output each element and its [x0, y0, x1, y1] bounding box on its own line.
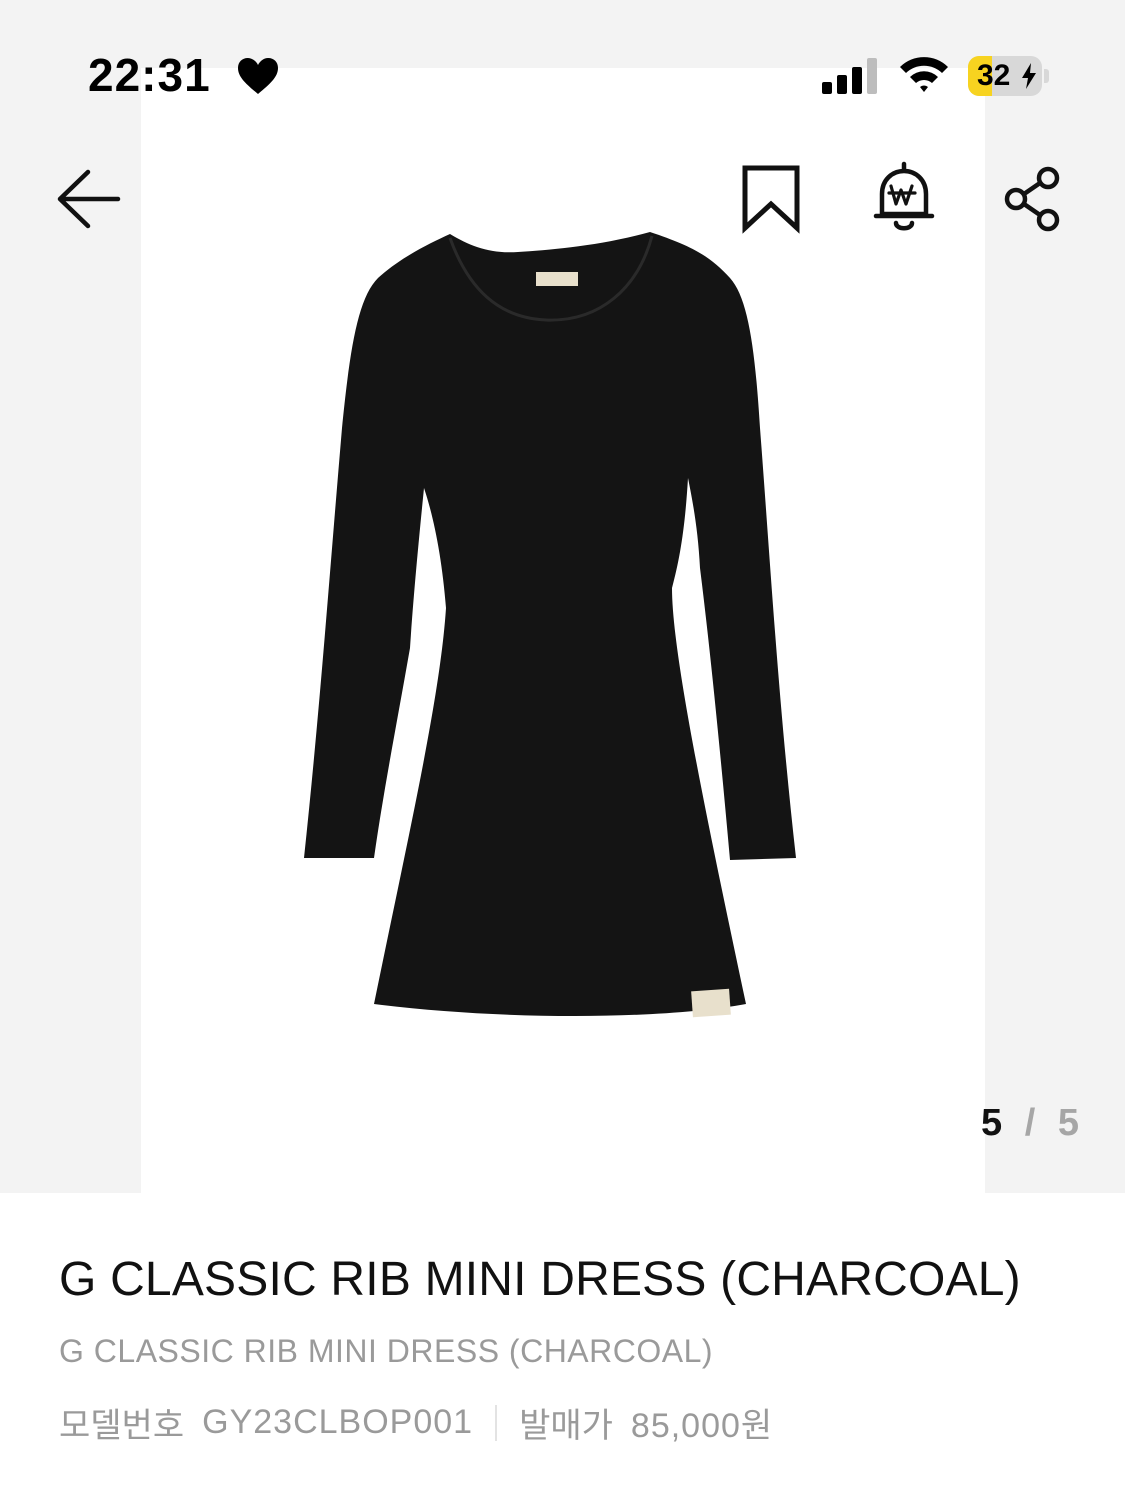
model-number-value: GY23CLBOP001 — [202, 1403, 474, 1441]
status-bar: 22:31 32 — [0, 0, 1125, 130]
share-icon[interactable] — [998, 164, 1068, 234]
release-price-value: 85,000원 — [630, 1407, 774, 1445]
product-meta: 모델번호 GY23CLBOP001 발매가 85,000원 — [59, 1398, 1079, 1447]
bookmark-icon[interactable] — [738, 164, 804, 234]
charging-bolt-icon — [1022, 63, 1036, 89]
product-image-gallery[interactable]: 5 / 5 — [0, 0, 1125, 1193]
model-number-label: 모델번호 — [59, 1407, 185, 1445]
pager-total: 5 — [1057, 1102, 1079, 1144]
wifi-icon — [900, 57, 948, 92]
status-time: 22:31 — [88, 49, 211, 101]
pager-current: 5 — [981, 1102, 1003, 1144]
product-title: G CLASSIC RIB MINI DRESS (CHARCOAL) — [59, 1253, 1021, 1306]
battery-cap — [1044, 69, 1049, 83]
pager-separator: / — [1024, 1102, 1036, 1144]
product-subtitle: G CLASSIC RIB MINI DRESS (CHARCOAL) — [59, 1333, 714, 1369]
image-pager: 5 / 5 — [981, 1102, 1079, 1145]
product-image[interactable] — [300, 228, 800, 1028]
cellular-signal-icon — [822, 58, 877, 94]
price-alert-bell-icon[interactable] — [868, 160, 940, 236]
battery-indicator: 32 — [968, 56, 1050, 96]
meta-divider — [495, 1404, 498, 1441]
battery-level: 32 — [977, 59, 1011, 92]
back-arrow-icon[interactable] — [52, 166, 124, 232]
product-info: G CLASSIC RIB MINI DRESS (CHARCOAL) G CL… — [59, 1252, 1079, 1447]
heart-icon — [238, 58, 278, 94]
release-price-label: 발매가 — [519, 1407, 613, 1445]
